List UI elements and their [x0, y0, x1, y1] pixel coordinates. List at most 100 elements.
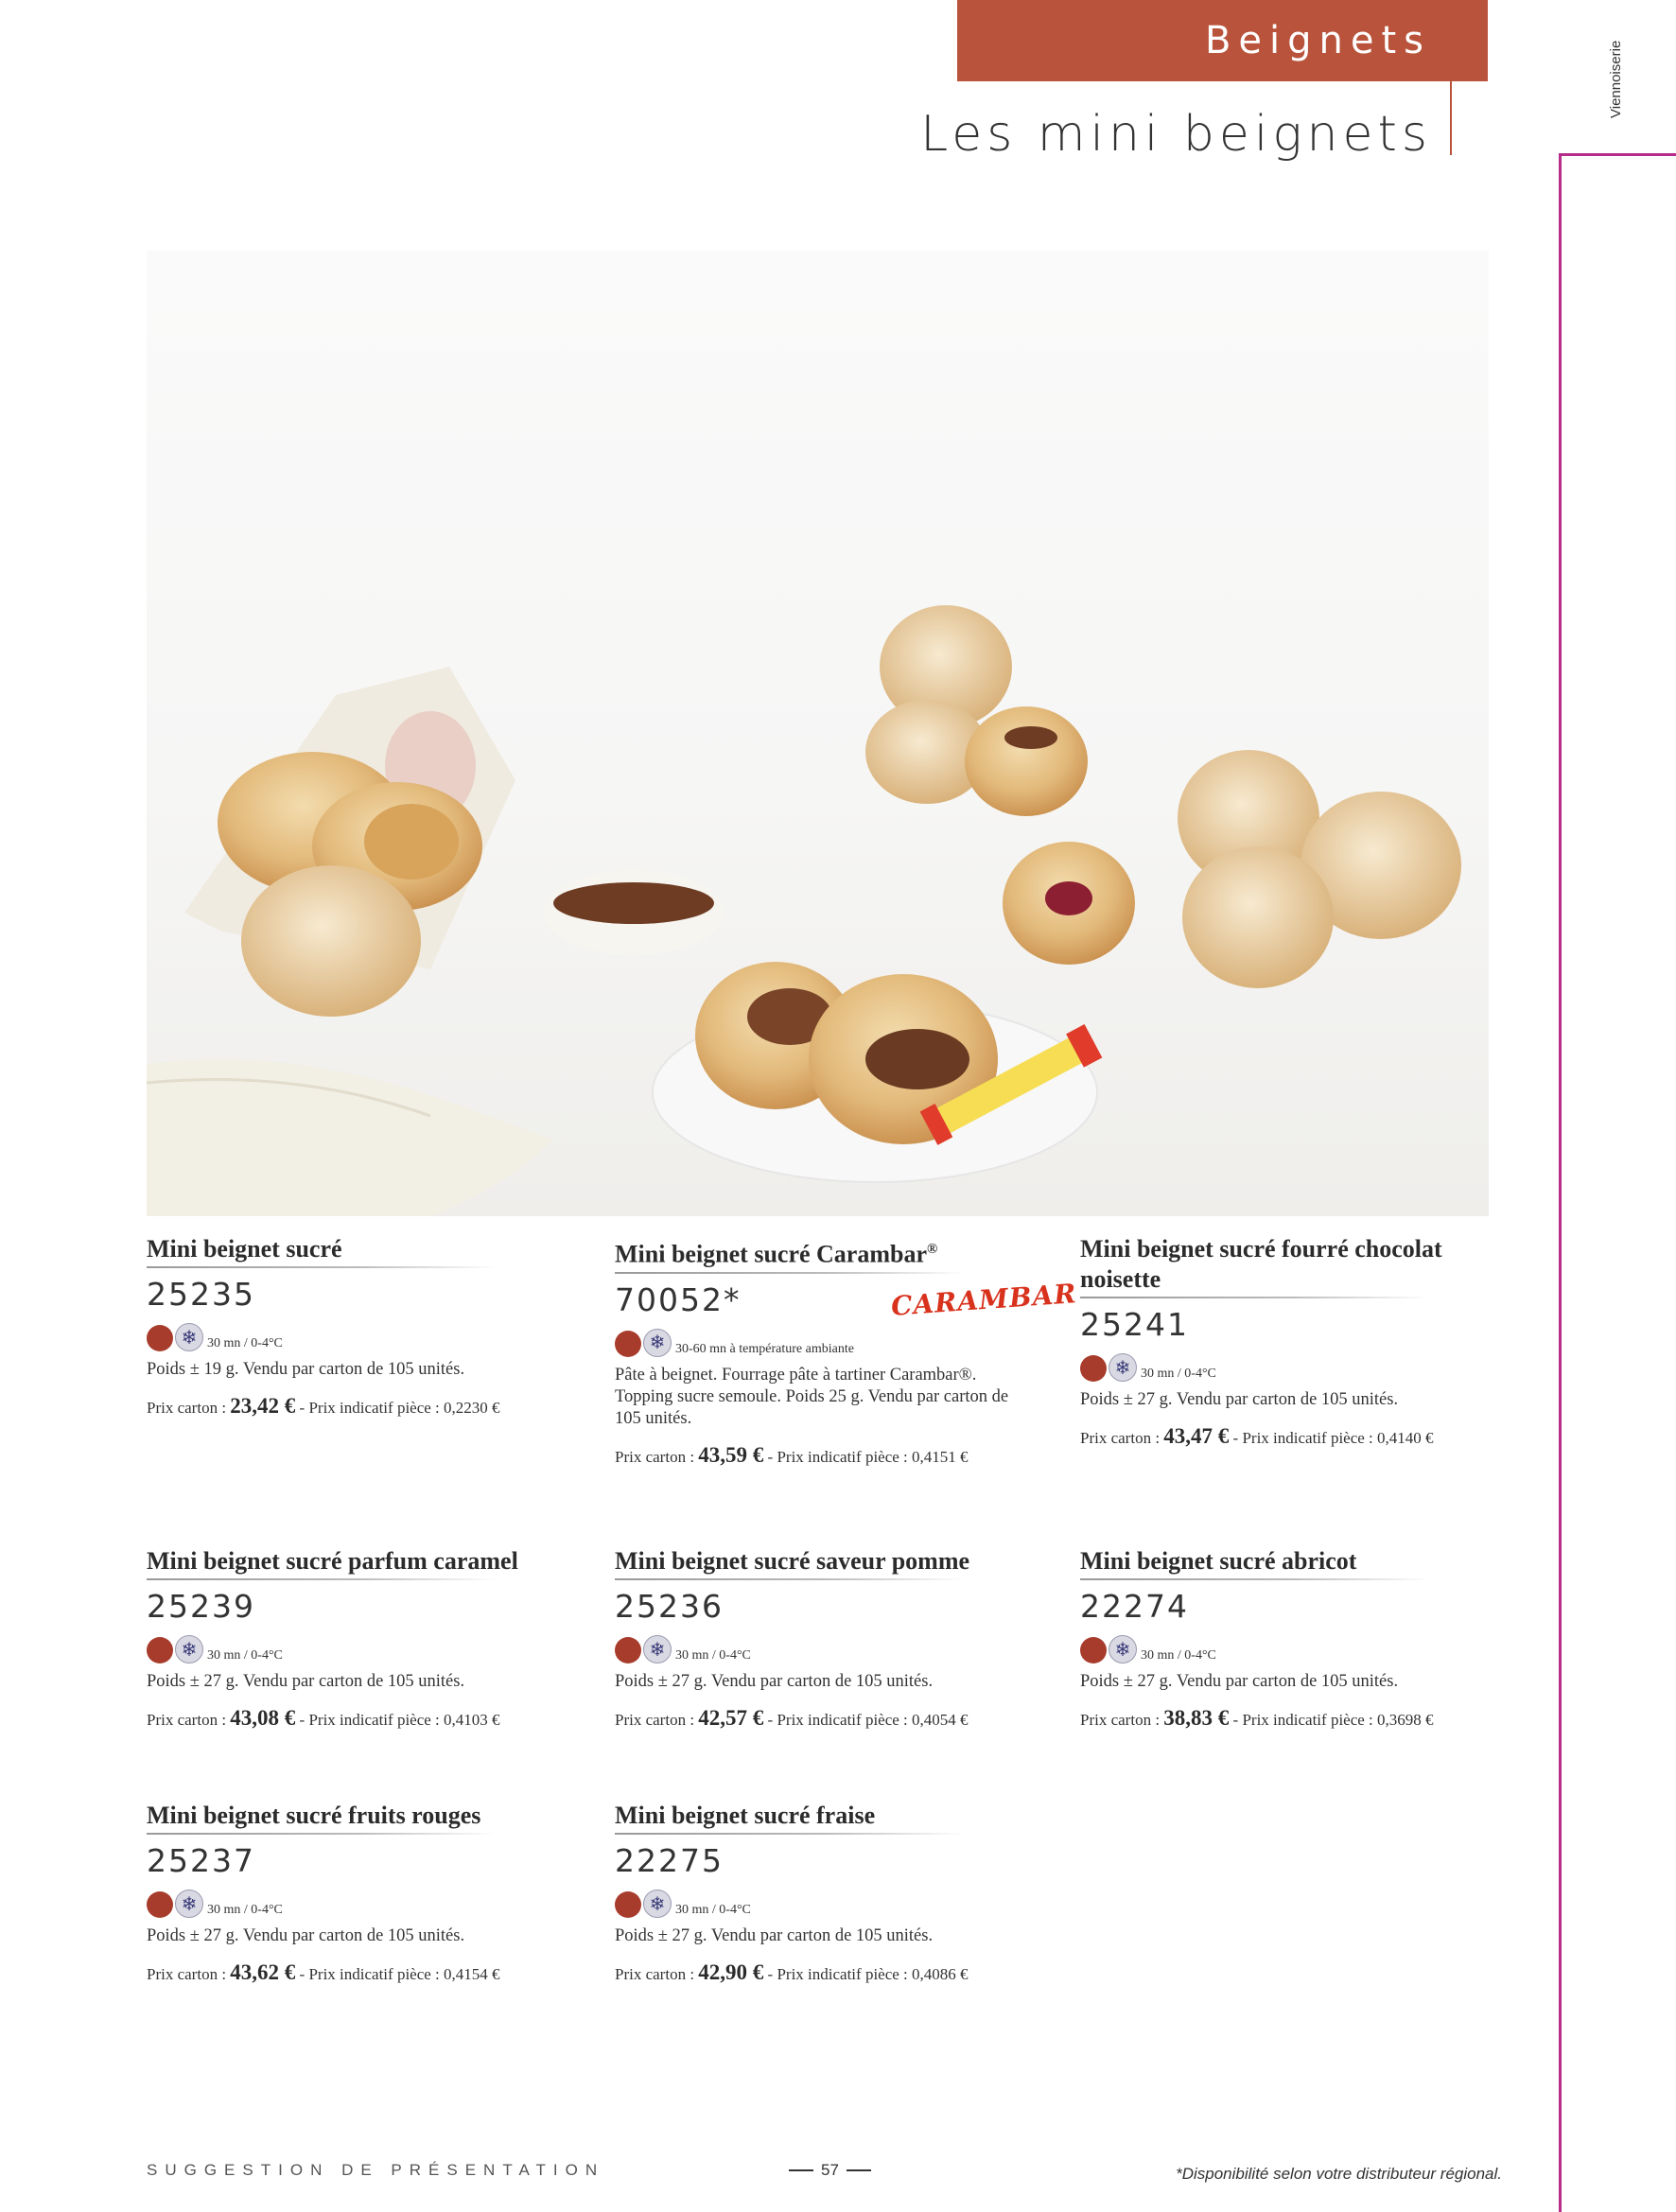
page-number-text: 57 — [821, 2161, 839, 2179]
product-code: 25241 — [1080, 1306, 1189, 1343]
product-description: Poids ± 27 g. Vendu par carton de 105 un… — [1080, 1672, 1399, 1691]
availability-footnote: *Disponibilité selon votre distributeur … — [1176, 2165, 1502, 2183]
conservation-text: 30 mn / 0-4°C — [675, 1648, 751, 1663]
product-description: Poids ± 27 g. Vendu par carton de 105 un… — [1080, 1390, 1399, 1409]
product-code: 22275 — [615, 1842, 724, 1879]
fresh-dot-icon — [615, 1637, 641, 1663]
price-label: Prix carton : — [147, 1965, 231, 1983]
product-card: Mini beignet sucré 25235 ❄ 30 mn / 0-4°C… — [147, 1234, 582, 1419]
product-name: Mini beignet sucré Carambar® — [615, 1234, 1050, 1274]
price-label: Prix carton : — [147, 1711, 231, 1729]
carton-price: 43,08 € — [230, 1706, 296, 1730]
product-code: 25237 — [147, 1842, 255, 1879]
conservation-row: ❄ 30 mn / 0-4°C — [615, 1886, 1050, 1918]
product-card: Mini beignet sucré abricot 22274 ❄ 30 mn… — [1080, 1546, 1487, 1731]
side-tab-label: Viennoiserie — [1608, 40, 1624, 119]
unit-price: - Prix indicatif pièce : 0,4154 € — [295, 1965, 500, 1983]
snowflake-icon: ❄ — [1109, 1635, 1137, 1663]
fresh-dot-icon — [147, 1325, 173, 1351]
product-description: Poids ± 27 g. Vendu par carton de 105 un… — [147, 1672, 465, 1691]
carton-price: 43,59 € — [698, 1442, 764, 1467]
product-code: 22274 — [1080, 1588, 1189, 1625]
carton-price: 42,90 € — [698, 1960, 764, 1984]
carton-price: 38,83 € — [1163, 1706, 1230, 1730]
price-label: Prix carton : — [615, 1711, 699, 1729]
snowflake-icon: ❄ — [643, 1890, 672, 1918]
registered-mark: ® — [927, 1242, 938, 1257]
product-description: Poids ± 27 g. Vendu par carton de 105 un… — [147, 1926, 465, 1945]
product-card: Mini beignet sucré parfum caramel 25239 … — [147, 1546, 582, 1731]
product-card: Mini beignet sucré saveur pomme 25236 ❄ … — [615, 1546, 1050, 1731]
conservation-row: ❄ 30 mn / 0-4°C — [147, 1886, 582, 1918]
fresh-dot-icon — [1080, 1637, 1107, 1663]
price-label: Prix carton : — [1080, 1429, 1164, 1447]
conservation-row: ❄ 30 mn / 0-4°C — [1080, 1350, 1487, 1382]
conservation-row: ❄ 30-60 mn à température ambiante — [615, 1325, 1050, 1357]
conservation-row: ❄ 30 mn / 0-4°C — [147, 1631, 582, 1663]
conservation-text: 30 mn / 0-4°C — [1141, 1648, 1216, 1663]
price-line: Prix carton : 42,57 € - Prix indicatif p… — [615, 1706, 1050, 1731]
carton-price: 42,57 € — [698, 1706, 764, 1730]
conservation-row: ❄ 30 mn / 0-4°C — [147, 1319, 582, 1351]
product-card: Mini beignet sucré fraise 22275 ❄ 30 mn … — [615, 1801, 1050, 1985]
snowflake-icon: ❄ — [175, 1323, 203, 1351]
section-banner: Beignets — [957, 0, 1488, 81]
price-line: Prix carton : 42,90 € - Prix indicatif p… — [615, 1960, 1050, 1985]
fresh-dot-icon — [147, 1637, 173, 1663]
snowflake-icon: ❄ — [175, 1890, 203, 1918]
price-label: Prix carton : — [615, 1447, 699, 1466]
unit-price: - Prix indicatif pièce : 0,4086 € — [763, 1965, 969, 1983]
product-name: Mini beignet sucré saveur pomme — [615, 1546, 1050, 1580]
conservation-text: 30 mn / 0-4°C — [207, 1336, 283, 1350]
product-name: Mini beignet sucré fourré chocolat noise… — [1080, 1234, 1487, 1298]
snowflake-icon: ❄ — [1109, 1353, 1137, 1382]
page-dash-right — [846, 2169, 871, 2171]
page-number: 57 — [781, 2161, 879, 2180]
snowflake-icon: ❄ — [175, 1635, 203, 1663]
fresh-dot-icon — [615, 1330, 641, 1357]
price-line: Prix carton : 43,62 € - Prix indicatif p… — [147, 1960, 582, 1985]
fresh-dot-icon — [1080, 1355, 1107, 1382]
product-description: Pâte à beignet. Fourrage pâte à tartiner… — [615, 1365, 1009, 1428]
product-code: 25235 — [147, 1276, 255, 1313]
conservation-row: ❄ 30 mn / 0-4°C — [615, 1631, 1050, 1663]
product-name: Mini beignet sucré fraise — [615, 1801, 1050, 1835]
product-card: Mini beignet sucré fruits rouges 25237 ❄… — [147, 1801, 582, 1985]
conservation-text: 30 mn / 0-4°C — [207, 1648, 283, 1663]
conservation-row: ❄ 30 mn / 0-4°C — [1080, 1631, 1487, 1663]
price-line: Prix carton : 23,42 € - Prix indicatif p… — [147, 1394, 582, 1419]
title-divider — [1450, 81, 1452, 155]
unit-price: - Prix indicatif pièce : 0,3698 € — [1229, 1711, 1434, 1729]
product-description: Poids ± 27 g. Vendu par carton de 105 un… — [615, 1926, 934, 1945]
section-title: Beignets — [1204, 19, 1431, 62]
price-line: Prix carton : 43,59 € - Prix indicatif p… — [615, 1443, 1050, 1468]
page-dash-left — [789, 2169, 813, 2171]
price-line: Prix carton : 43,08 € - Prix indicatif p… — [147, 1706, 582, 1731]
snowflake-icon: ❄ — [643, 1635, 672, 1663]
product-code: 25236 — [615, 1588, 724, 1625]
product-card: Mini beignet sucré Carambar® 70052* ❄ 30… — [615, 1234, 1050, 1468]
unit-price: - Prix indicatif pièce : 0,4151 € — [763, 1447, 969, 1466]
side-margin-rule — [1559, 153, 1562, 2212]
conservation-text: 30-60 mn à température ambiante — [675, 1341, 854, 1356]
price-label: Prix carton : — [147, 1399, 231, 1417]
unit-price: - Prix indicatif pièce : 0,4140 € — [1229, 1429, 1434, 1447]
price-label: Prix carton : — [1080, 1711, 1164, 1729]
side-tab-rule — [1559, 153, 1676, 156]
product-description: Poids ± 27 g. Vendu par carton de 105 un… — [615, 1672, 934, 1691]
product-name: Mini beignet sucré fruits rouges — [147, 1801, 582, 1835]
unit-price: - Prix indicatif pièce : 0,4103 € — [295, 1711, 500, 1729]
product-name: Mini beignet sucré parfum caramel — [147, 1546, 582, 1580]
conservation-text: 30 mn / 0-4°C — [207, 1903, 283, 1917]
price-line: Prix carton : 43,47 € - Prix indicatif p… — [1080, 1424, 1487, 1449]
product-name: Mini beignet sucré — [147, 1234, 582, 1268]
product-name-text: Mini beignet sucré Carambar — [615, 1240, 928, 1268]
snowflake-icon: ❄ — [643, 1328, 672, 1357]
carton-price: 43,47 € — [1163, 1424, 1230, 1448]
price-label: Prix carton : — [615, 1965, 699, 1983]
product-code: 25239 — [147, 1588, 255, 1625]
carton-price: 43,62 € — [230, 1960, 296, 1984]
page-title: Les mini beignets — [920, 106, 1432, 163]
fresh-dot-icon — [147, 1891, 173, 1918]
unit-price: - Prix indicatif pièce : 0,4054 € — [763, 1711, 969, 1729]
